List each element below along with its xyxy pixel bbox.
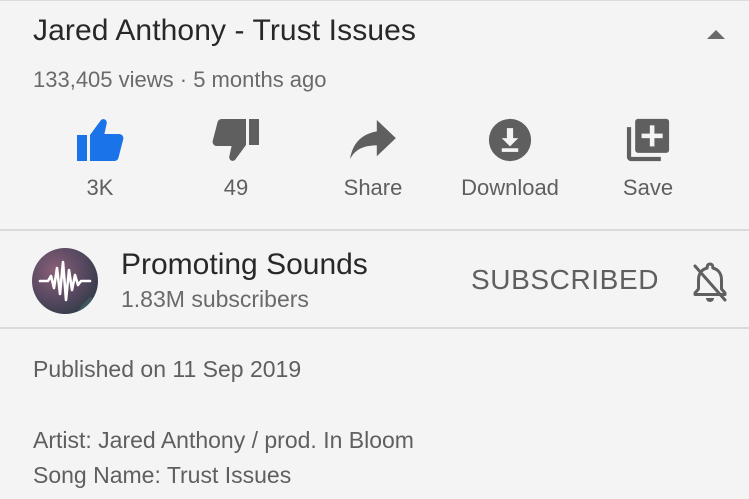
video-meta: 133,405 views · 5 months ago: [33, 67, 327, 92]
waveform-logo-icon: [32, 248, 98, 314]
channel-avatar[interactable]: [32, 248, 98, 314]
like-button[interactable]: 3K: [30, 114, 170, 214]
divider: [0, 229, 749, 231]
download-label: Download: [461, 175, 559, 200]
channel-name[interactable]: Promoting Sounds: [121, 248, 368, 282]
video-title: Jared Anthony - Trust Issues: [33, 14, 416, 47]
description-line: Song Name: Trust Issues: [33, 462, 292, 488]
bell-off-icon: [693, 262, 727, 302]
description-line: Artist: Jared Anthony / prod. In Bloom: [33, 427, 414, 453]
top-divider: [0, 0, 749, 1]
action-bar: 3K 49 Share Download Save: [0, 114, 749, 214]
subscriber-count: 1.83M subscribers: [121, 286, 309, 312]
download-icon: [488, 118, 532, 162]
divider: [0, 327, 749, 329]
like-count: 3K: [86, 175, 114, 200]
subscribed-button[interactable]: SUBSCRIBED: [471, 264, 659, 296]
save-label: Save: [622, 175, 674, 200]
publish-date: Published on 11 Sep 2019: [33, 356, 302, 382]
save-button[interactable]: Save: [578, 114, 718, 214]
notifications-off-button[interactable]: [690, 260, 730, 304]
playlist-add-icon: [626, 118, 670, 162]
share-icon: [350, 120, 396, 160]
thumbs-up-icon: [77, 119, 124, 161]
dislike-count: 49: [223, 175, 249, 200]
download-button[interactable]: Download: [440, 114, 580, 214]
collapse-details-button[interactable]: [704, 24, 728, 42]
dislike-button[interactable]: 49: [166, 114, 306, 214]
share-label: Share: [343, 175, 403, 200]
thumbs-down-icon: [212, 119, 259, 161]
chevron-up-icon: [707, 30, 725, 39]
share-button[interactable]: Share: [303, 114, 443, 214]
